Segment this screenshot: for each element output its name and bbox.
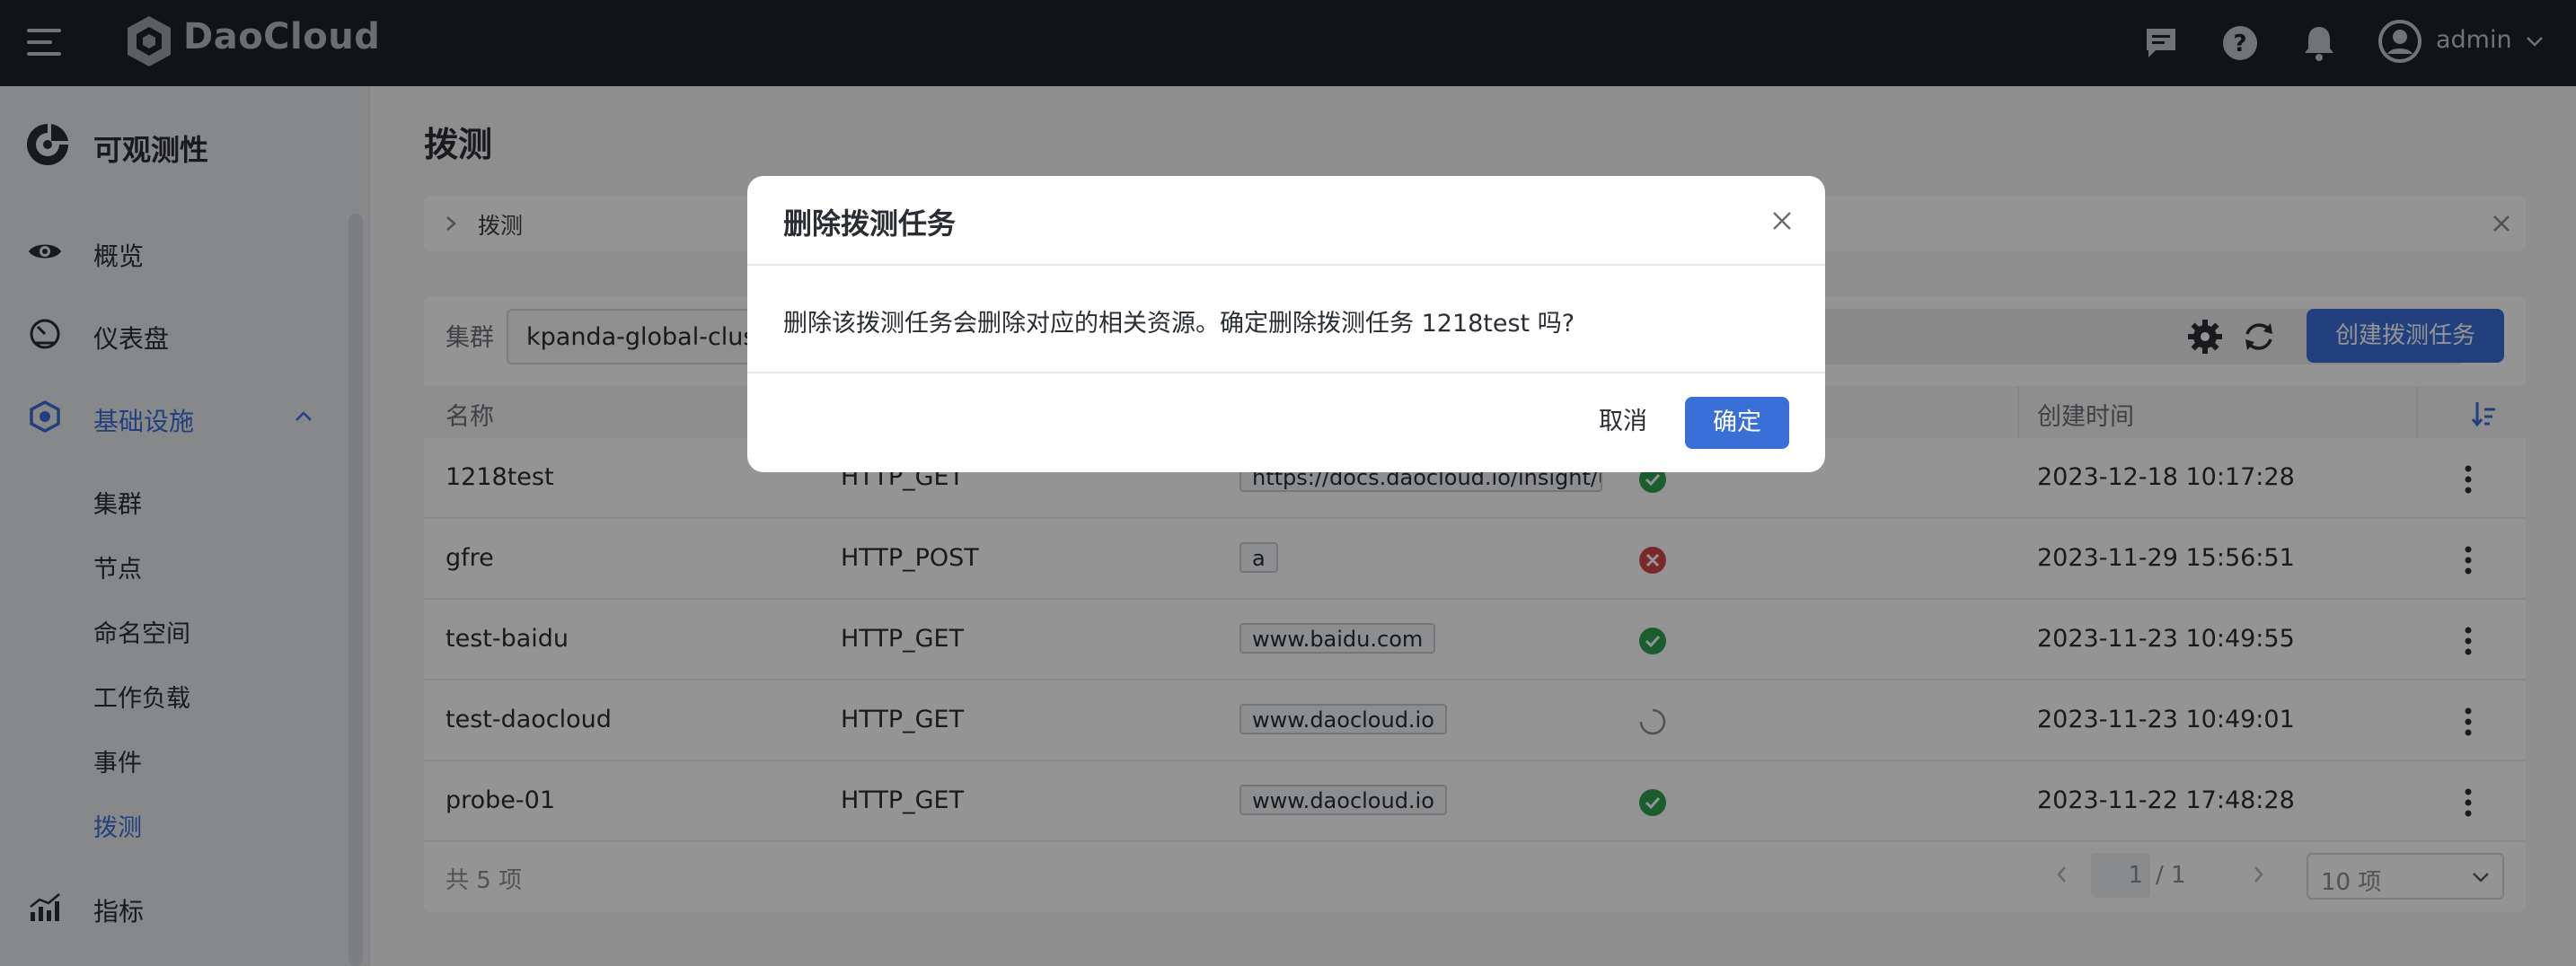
cancel-button[interactable]: 取消 — [1574, 397, 1672, 447]
dialog-divider — [747, 372, 1825, 373]
close-icon[interactable] — [1769, 208, 1795, 233]
modal-overlay[interactable] — [0, 0, 2576, 966]
dialog-title: 删除拨测任务 — [783, 206, 957, 241]
delete-probe-dialog: 删除拨测任务 删除该拨测任务会删除对应的相关资源。确定删除拨测任务 1218te… — [747, 176, 1825, 472]
dialog-message: 删除该拨测任务会删除对应的相关资源。确定删除拨测任务 1218test 吗? — [783, 310, 1575, 338]
dialog-divider — [747, 264, 1825, 266]
confirm-button[interactable]: 确定 — [1685, 397, 1789, 449]
